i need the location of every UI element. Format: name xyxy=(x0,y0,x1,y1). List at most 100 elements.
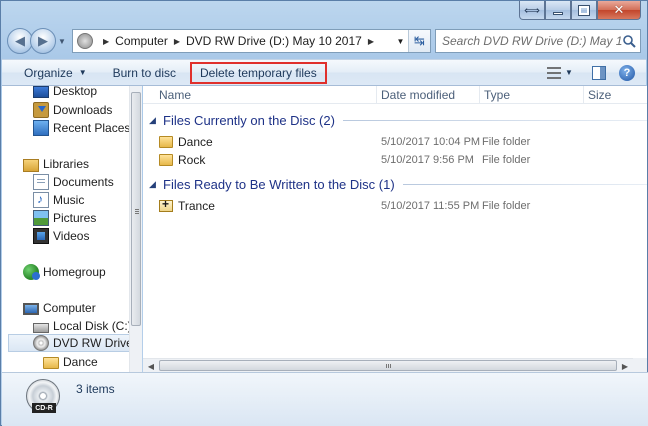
scroll-left-button[interactable]: ◀ xyxy=(144,360,158,372)
chevron-down-icon: ◢ xyxy=(149,178,156,189)
group-files-ready-to-write[interactable]: ◢ Files Ready to Be Written to the Disc … xyxy=(149,174,647,194)
libraries-icon xyxy=(23,158,39,172)
scrollbar-corner xyxy=(633,358,647,372)
cd-label: CD-R xyxy=(32,403,56,413)
file-name: Trance xyxy=(178,199,215,213)
breadcrumb: ▶ Computer ▶ DVD RW Drive (D:) May 10 20… xyxy=(97,34,380,48)
nav-item-computer[interactable]: Computer xyxy=(23,299,96,317)
file-type: File folder xyxy=(482,154,531,166)
nav-label: Videos xyxy=(53,229,90,243)
details-pane: CD-R 3 items xyxy=(2,372,648,426)
nav-item-videos[interactable]: Videos xyxy=(33,227,89,245)
folder-icon xyxy=(159,136,173,148)
videos-icon xyxy=(33,228,49,244)
file-type: File folder xyxy=(482,136,531,148)
group-files-on-disc[interactable]: ◢ Files Currently on the Disc (2) xyxy=(149,110,647,130)
organize-button[interactable]: Organize ▼ xyxy=(14,62,97,84)
burn-to-disc-button[interactable]: Burn to disc xyxy=(103,62,186,84)
minimize-icon xyxy=(553,11,563,15)
column-header-type[interactable]: Type xyxy=(480,86,584,104)
nav-label: Downloads xyxy=(53,103,113,117)
delete-temp-label: Delete temporary files xyxy=(200,65,317,80)
chevron-right-icon[interactable]: ▶ xyxy=(174,37,180,46)
group-label: Files Ready to Be Written to the Disc (1… xyxy=(163,176,395,192)
forward-button[interactable]: ▶ xyxy=(30,28,56,54)
maximize-button[interactable] xyxy=(571,1,597,20)
maximize-icon xyxy=(578,4,590,16)
file-type: File folder xyxy=(482,200,531,212)
minimize-button[interactable] xyxy=(545,1,571,20)
column-header-size[interactable]: Size xyxy=(584,86,647,104)
downloads-icon xyxy=(33,102,49,118)
nav-item-downloads[interactable]: Downloads xyxy=(33,101,112,119)
preview-pane-button[interactable] xyxy=(586,62,612,84)
nav-label: Homegroup xyxy=(43,265,106,279)
nav-item-music[interactable]: Music xyxy=(33,191,84,209)
nav-item-recent-places[interactable]: Recent Places xyxy=(33,119,130,137)
nav-item-documents[interactable]: Documents xyxy=(33,173,114,191)
address-bar[interactable]: ▶ Computer ▶ DVD RW Drive (D:) May 10 20… xyxy=(72,29,431,53)
search-input[interactable] xyxy=(442,34,622,48)
help-button[interactable]: ? xyxy=(614,62,640,84)
burn-label: Burn to disc xyxy=(112,65,176,80)
folder-icon xyxy=(43,357,59,369)
refresh-icon: ↹ xyxy=(414,33,425,48)
chevron-down-icon: ◢ xyxy=(149,114,156,125)
resize-button[interactable]: ⟺ xyxy=(519,1,545,20)
scrollbar-thumb[interactable] xyxy=(131,92,141,326)
scrollbar-thumb[interactable] xyxy=(159,360,617,371)
music-icon xyxy=(33,192,49,208)
caption-buttons: ⟺ ✕ xyxy=(519,1,641,21)
nav-item-local-disk[interactable]: Local Disk (C:) xyxy=(33,317,132,335)
nav-item-pictures[interactable]: Pictures xyxy=(33,209,96,227)
navigation-pane-scrollbar[interactable] xyxy=(129,86,142,372)
help-icon: ? xyxy=(619,64,635,81)
chevron-down-icon: ▼ xyxy=(565,68,573,77)
column-header-name[interactable]: Name xyxy=(143,86,377,104)
file-row[interactable]: Rock 5/10/2017 9:56 PM File folder xyxy=(143,151,647,169)
delete-temporary-files-button[interactable]: Delete temporary files xyxy=(190,61,327,84)
nav-item-desktop[interactable]: Desktop xyxy=(33,86,97,100)
horizontal-scrollbar[interactable]: ◀ ▶ xyxy=(143,358,633,372)
nav-item-homegroup[interactable]: Homegroup xyxy=(23,263,106,281)
local-disk-icon xyxy=(33,323,49,333)
nav-label: Computer xyxy=(43,301,96,315)
breadcrumb-computer[interactable]: Computer xyxy=(115,34,168,48)
chevron-right-icon[interactable]: ▶ xyxy=(368,37,374,46)
view-controls: ▼ ? xyxy=(540,62,646,84)
nav-item-dance[interactable]: Dance xyxy=(43,353,98,371)
nav-label: Recent Places xyxy=(53,121,131,135)
nav-item-libraries[interactable]: Libraries xyxy=(23,155,89,173)
column-header-date[interactable]: Date modified xyxy=(377,86,480,104)
breadcrumb-dvd-drive[interactable]: DVD RW Drive (D:) May 10 2017 xyxy=(186,34,362,48)
file-row[interactable]: Trance 5/10/2017 11:55 PM File folder xyxy=(143,197,647,215)
scroll-right-button[interactable]: ▶ xyxy=(618,360,632,372)
nav-label: Documents xyxy=(53,175,114,189)
change-view-button[interactable]: ▼ xyxy=(540,62,580,84)
nav-item-dvd-drive[interactable]: DVD RW Drive (D xyxy=(8,334,141,352)
search-box[interactable] xyxy=(435,29,641,53)
nav-label: Libraries xyxy=(43,157,90,171)
group-divider xyxy=(402,183,647,185)
group-label: Files Currently on the Disc (2) xyxy=(163,112,335,128)
chevron-down-icon: ▼ xyxy=(78,68,87,77)
file-date: 5/10/2017 9:56 PM xyxy=(381,154,474,166)
close-button[interactable]: ✕ xyxy=(597,1,641,20)
organize-label: Organize xyxy=(24,65,73,80)
nav-label: Desktop xyxy=(53,86,98,98)
refresh-button[interactable]: ↹ xyxy=(408,30,430,52)
nav-label: Pictures xyxy=(53,211,97,225)
address-dropdown[interactable]: ▼ xyxy=(392,30,408,52)
file-list: Name Date modified Type Size ◢ Files Cur… xyxy=(143,86,647,372)
nav-label: Dance xyxy=(63,355,98,369)
search-icon[interactable] xyxy=(622,34,636,48)
drive-icon xyxy=(77,33,93,49)
file-name: Rock xyxy=(178,153,206,167)
views-icon xyxy=(547,66,562,79)
chevron-right-icon[interactable]: ▶ xyxy=(103,37,109,46)
resize-icon: ⟺ xyxy=(524,4,540,17)
pictures-icon xyxy=(33,210,49,226)
file-row[interactable]: Dance 5/10/2017 10:04 PM File folder xyxy=(143,133,647,151)
grip-icon xyxy=(135,209,139,214)
recent-pages-dropdown[interactable]: ▼ xyxy=(58,37,68,46)
